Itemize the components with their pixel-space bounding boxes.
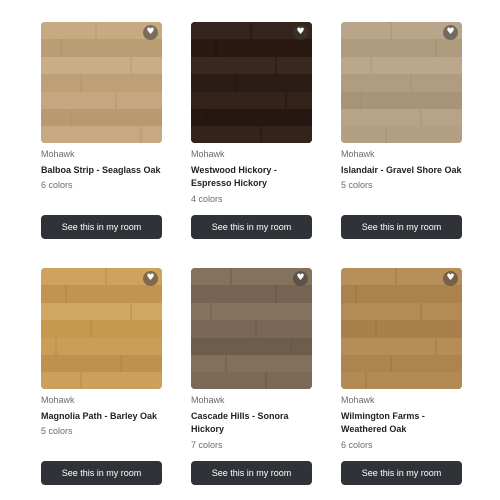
favorite-heart-icon[interactable]: ♥ (443, 271, 458, 286)
product-name[interactable]: Cascade Hills - Sonora Hickory (191, 410, 312, 436)
see-in-room-button[interactable]: See this in my room (341, 461, 462, 485)
product-name[interactable]: Islandair - Gravel Shore Oak (341, 164, 462, 177)
see-in-room-button[interactable]: See this in my room (341, 215, 462, 239)
product-brand: Mohawk (341, 149, 375, 159)
product-name[interactable]: Balboa Strip - Seaglass Oak (41, 164, 162, 177)
favorite-heart-icon[interactable]: ♥ (443, 25, 458, 40)
product-color-count: 6 colors (41, 180, 73, 190)
see-in-room-button[interactable]: See this in my room (191, 215, 312, 239)
product-color-count: 4 colors (191, 194, 223, 204)
favorite-heart-icon[interactable]: ♥ (293, 25, 308, 40)
favorite-heart-icon[interactable]: ♥ (143, 25, 158, 40)
product-name[interactable]: Wilmington Farms - Weathered Oak (341, 410, 462, 436)
product-swatch-image[interactable] (41, 22, 162, 143)
product-swatch-image[interactable] (41, 268, 162, 389)
favorite-heart-icon[interactable]: ♥ (293, 271, 308, 286)
product-color-count: 5 colors (41, 426, 73, 436)
product-name[interactable]: Magnolia Path - Barley Oak (41, 410, 162, 423)
see-in-room-button[interactable]: See this in my room (41, 461, 162, 485)
see-in-room-button[interactable]: See this in my room (41, 215, 162, 239)
product-brand: Mohawk (341, 395, 375, 405)
product-name[interactable]: Westwood Hickory - Espresso Hickory (191, 164, 312, 190)
product-swatch-image[interactable] (341, 22, 462, 143)
favorite-heart-icon[interactable]: ♥ (143, 271, 158, 286)
product-grid: ♥ Mohawk Balboa Strip - Seaglass Oak 6 c… (0, 0, 500, 500)
product-swatch-image[interactable] (341, 268, 462, 389)
product-color-count: 7 colors (191, 440, 223, 450)
product-brand: Mohawk (191, 395, 225, 405)
product-brand: Mohawk (41, 395, 75, 405)
product-swatch-image[interactable] (191, 268, 312, 389)
product-brand: Mohawk (191, 149, 225, 159)
see-in-room-button[interactable]: See this in my room (191, 461, 312, 485)
product-swatch-image[interactable] (191, 22, 312, 143)
product-brand: Mohawk (41, 149, 75, 159)
product-color-count: 5 colors (341, 180, 373, 190)
product-color-count: 6 colors (341, 440, 373, 450)
